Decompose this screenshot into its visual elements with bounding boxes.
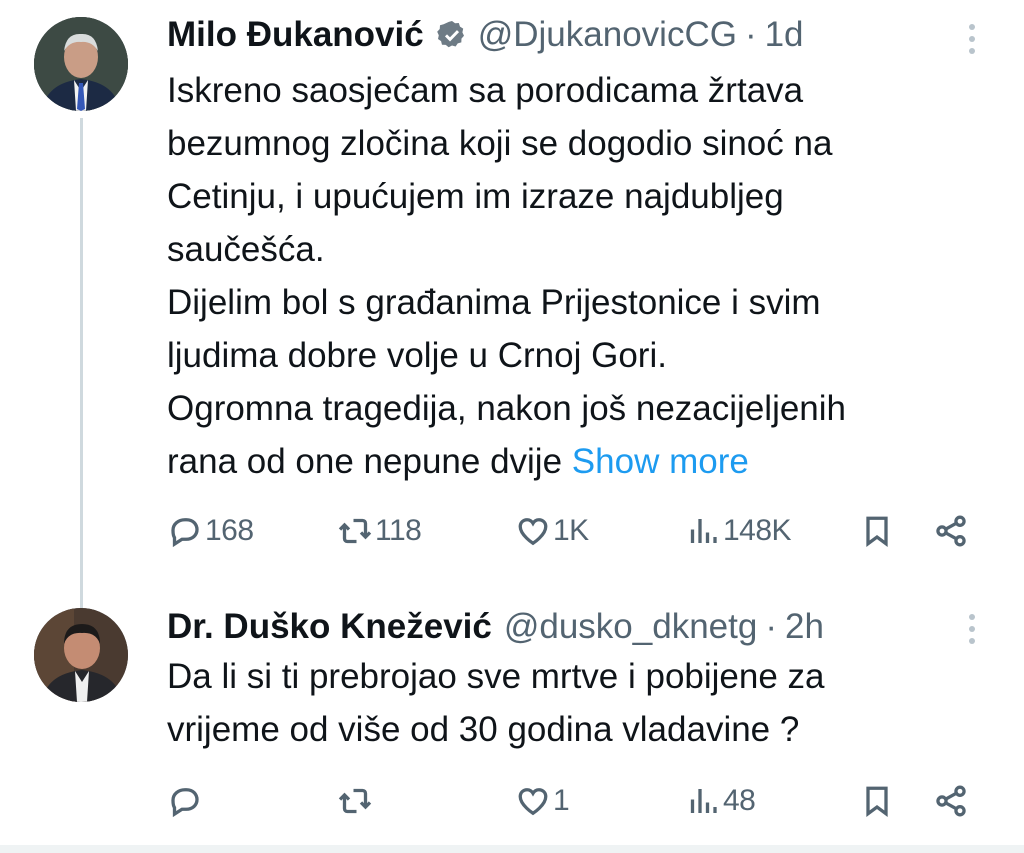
retweet-button[interactable]: 118 bbox=[337, 506, 422, 556]
bookmark-icon bbox=[866, 786, 888, 818]
avatar[interactable] bbox=[34, 608, 128, 702]
views-count: 48 bbox=[723, 784, 756, 817]
avatar[interactable] bbox=[34, 17, 128, 111]
retweet-count: 118 bbox=[375, 514, 422, 547]
bookmark-button[interactable] bbox=[859, 506, 895, 556]
display-name[interactable]: Dr. Duško Knežević bbox=[167, 607, 492, 647]
like-count: 1 bbox=[553, 784, 570, 817]
timestamp[interactable]: 2h bbox=[785, 607, 824, 647]
heart-icon bbox=[518, 518, 548, 546]
verified-badge-icon bbox=[436, 21, 464, 48]
user-handle[interactable]: @dusko_dknetg bbox=[504, 607, 757, 647]
views-icon bbox=[690, 519, 717, 543]
display-name[interactable]: Milo Đukanović bbox=[167, 15, 424, 55]
like-button[interactable]: 1 bbox=[515, 776, 570, 826]
more-options-icon[interactable] bbox=[968, 24, 976, 54]
views-count: 148K bbox=[723, 514, 792, 547]
tweet-header: Milo Đukanović @DjukanovicCG · 1d bbox=[167, 10, 804, 60]
reply-icon bbox=[171, 518, 199, 548]
tweet-actions: 1 48 bbox=[167, 776, 987, 826]
user-handle[interactable]: @DjukanovicCG bbox=[478, 15, 737, 55]
bookmark-icon bbox=[866, 516, 888, 548]
tweet-text-line: Dijelim bol s građanima Prijestonice i s… bbox=[167, 283, 821, 322]
share-button[interactable] bbox=[933, 776, 969, 826]
bookmark-button[interactable] bbox=[859, 776, 895, 826]
reply-count: 168 bbox=[205, 514, 254, 547]
tweet-text: Iskreno saosjećam sa porodicama žrtava b… bbox=[167, 64, 987, 488]
retweet-icon bbox=[338, 788, 372, 814]
heart-icon bbox=[518, 788, 548, 816]
tweet-header: Dr. Duško Knežević @dusko_dknetg · 2h bbox=[167, 602, 824, 652]
separator-dot: · bbox=[744, 15, 757, 54]
avatar-portrait-icon bbox=[34, 17, 128, 111]
tweet-text-line: Ogromna tragedija, nakon još nezacijelje… bbox=[167, 389, 847, 428]
show-more-link[interactable]: Show more bbox=[572, 442, 749, 481]
share-icon bbox=[936, 515, 966, 547]
reply-icon bbox=[171, 788, 199, 818]
like-count: 1K bbox=[553, 514, 589, 547]
share-button[interactable] bbox=[933, 506, 969, 556]
bottom-divider bbox=[0, 845, 1024, 853]
tweet-text-line: Iskreno saosjećam sa porodicama žrtava bbox=[167, 71, 804, 110]
tweet-text-line: vrijeme od više od 30 godina vladavine ? bbox=[167, 710, 800, 749]
separator-dot: · bbox=[765, 607, 777, 646]
tweet-text-line: Da li si ti prebrojao sve mrtve i pobije… bbox=[167, 657, 825, 696]
tweet-text-line: saučešća. bbox=[167, 230, 325, 269]
reply-button[interactable]: 168 bbox=[167, 506, 254, 556]
tweet-djukanovic[interactable]: Milo Đukanović @DjukanovicCG · 1d Iskren… bbox=[0, 0, 1024, 608]
views-icon bbox=[690, 789, 717, 813]
thread-connector-line bbox=[80, 118, 83, 608]
views-button[interactable]: 148K bbox=[685, 506, 792, 556]
retweet-icon bbox=[338, 518, 372, 544]
tweet-text-line: bezumnog zločina koji se dogodio sinoć n… bbox=[167, 124, 833, 163]
views-button[interactable]: 48 bbox=[685, 776, 756, 826]
tweet-text: Da li si ti prebrojao sve mrtve i pobije… bbox=[167, 650, 987, 756]
like-button[interactable]: 1K bbox=[515, 506, 589, 556]
tweet-text-line: rana od one nepune dvije bbox=[167, 442, 563, 481]
share-icon bbox=[936, 785, 966, 817]
retweet-button[interactable] bbox=[337, 776, 375, 826]
tweet-text-line-last: rana od one nepune dvije Show more bbox=[167, 435, 987, 488]
more-options-icon[interactable] bbox=[968, 614, 976, 644]
tweet-text-line: ljudima dobre volje u Crnoj Gori. bbox=[167, 336, 667, 375]
tweet-knezevic[interactable]: Dr. Duško Knežević @dusko_dknetg · 2h Da… bbox=[0, 590, 1024, 845]
timestamp[interactable]: 1d bbox=[765, 15, 804, 55]
tweet-text-line: Cetinju, i upućujem im izraze najdubljeg bbox=[167, 177, 784, 216]
reply-button[interactable] bbox=[167, 776, 205, 826]
tweet-actions: 168 118 1K 148K bbox=[167, 506, 987, 556]
avatar-portrait-icon bbox=[34, 608, 128, 702]
